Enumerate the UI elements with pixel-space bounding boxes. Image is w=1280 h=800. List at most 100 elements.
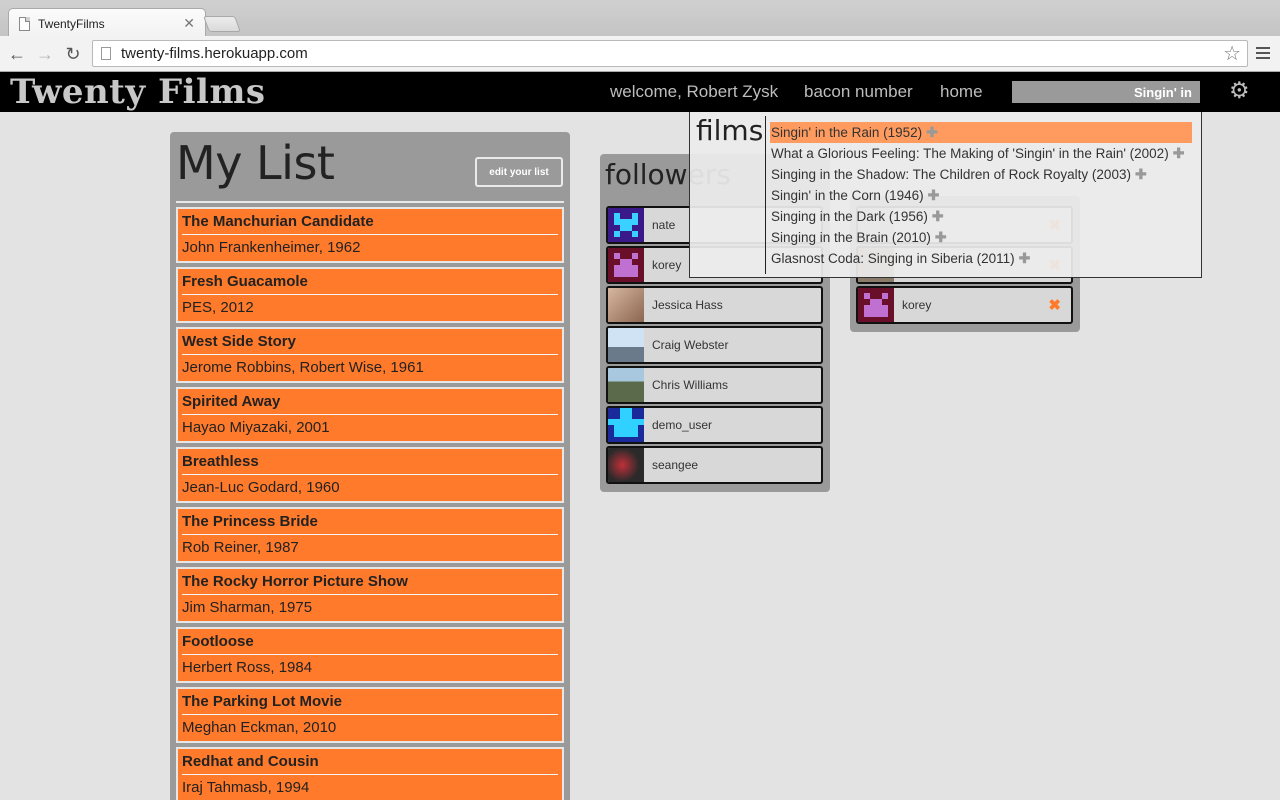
user-row[interactable]: Jessica Hass <box>606 286 823 324</box>
user-row[interactable]: seangee <box>606 446 823 484</box>
add-icon[interactable]: ✚ <box>935 229 947 245</box>
film-director: Herbert Ross, 1984 <box>182 659 313 676</box>
result-item[interactable]: What a Glorious Feeling: The Making of '… <box>770 143 1192 164</box>
user-row[interactable]: Craig Webster <box>606 326 823 364</box>
film-item[interactable]: The Rocky Horror Picture Show Jim Sharman… <box>176 567 564 623</box>
add-icon[interactable]: ✚ <box>926 124 938 140</box>
film-item[interactable]: Spirited Away Hayao Miyazaki, 2001 <box>176 387 564 443</box>
close-tab-icon[interactable]: ✕ <box>183 15 195 32</box>
add-icon[interactable]: ✚ <box>928 187 940 203</box>
page-favicon-icon <box>19 16 30 31</box>
search-autocomplete-dropdown: films Singin' in the Rain (1952) ✚ What a… <box>689 112 1202 278</box>
film-item[interactable]: The Manchurian Candidate John Frankenheim… <box>176 207 564 263</box>
film-item[interactable]: Breathless Jean-Luc Godard, 1960 <box>176 447 564 503</box>
film-director: Jim Sharman, 1975 <box>182 599 313 616</box>
user-name: demo_user <box>652 418 713 432</box>
film-director: Jean-Luc Godard, 1960 <box>182 479 340 496</box>
film-director: Meghan Eckman, 2010 <box>182 719 337 736</box>
avatar <box>608 288 644 322</box>
film-title: Spirited Away <box>182 392 558 415</box>
welcome-link[interactable]: welcome, Robert Zysk <box>610 82 778 102</box>
film-title: The Princess Bride <box>182 512 558 535</box>
film-title: The Manchurian Candidate <box>182 212 558 235</box>
avatar <box>608 328 644 362</box>
bookmark-star-icon[interactable]: ☆ <box>1223 41 1241 66</box>
avatar <box>608 368 644 402</box>
browser-toolbar: ← → ↻ twenty-films.herokuapp.com ☆ <box>0 36 1280 72</box>
result-title: Singin' in the Rain (1952) <box>771 125 923 140</box>
user-name: Jessica Hass <box>652 298 723 312</box>
address-bar[interactable]: twenty-films.herokuapp.com ☆ <box>92 40 1248 67</box>
film-item[interactable]: West Side Story Jerome Robbins, Robert Wi… <box>176 327 564 383</box>
film-item[interactable]: Redhat and Cousin Iraj Tahmasb, 1994 <box>176 747 564 800</box>
reload-icon[interactable]: ↻ <box>62 43 84 65</box>
film-director: Jerome Robbins, Robert Wise, 1961 <box>182 359 424 376</box>
browser-menu-icon[interactable] <box>1254 44 1272 62</box>
result-title: Singing in the Shadow: The Children of R… <box>771 167 1131 182</box>
result-title: Glasnost Coda: Singing in Siberia (2011) <box>771 251 1015 266</box>
page-title: My List <box>176 136 335 190</box>
result-title: Singing in the Dark (1956) <box>771 209 928 224</box>
new-tab-button[interactable] <box>203 16 241 32</box>
user-name: seangee <box>652 458 699 472</box>
home-link[interactable]: home <box>940 82 983 102</box>
film-title: Breathless <box>182 452 558 475</box>
film-list: The Manchurian Candidate John Frankenheim… <box>176 207 564 800</box>
edit-list-button[interactable]: edit your list <box>475 157 563 187</box>
film-director: Iraj Tahmasb, 1994 <box>182 779 310 796</box>
divider <box>176 201 564 203</box>
result-item[interactable]: Singing in the Dark (1956) ✚ <box>770 206 1192 227</box>
film-title: West Side Story <box>182 332 558 355</box>
result-title: Singing in the Brain (2010) <box>771 230 931 245</box>
divider <box>765 116 766 274</box>
add-icon[interactable]: ✚ <box>1173 145 1185 161</box>
avatar <box>608 448 644 482</box>
user-name: korey <box>902 298 932 312</box>
bacon-number-link[interactable]: bacon number <box>804 82 913 102</box>
film-title: The Rocky Horror Picture Show <box>182 572 558 595</box>
url-text[interactable]: twenty-films.herokuapp.com <box>121 45 1223 62</box>
result-item[interactable]: Singing in the Shadow: The Children of R… <box>770 164 1192 185</box>
add-icon[interactable]: ✚ <box>932 208 944 224</box>
back-arrow-icon[interactable]: ← <box>6 43 28 65</box>
film-item[interactable]: Fresh Guacamole PES, 2012 <box>176 267 564 323</box>
film-title: Footloose <box>182 632 558 655</box>
browser-tab[interactable]: TwentyFilms ✕ <box>8 8 206 38</box>
site-logo[interactable]: Twenty Films <box>10 72 266 112</box>
my-list-panel: My List edit your list The Manchurian Ca… <box>170 132 570 800</box>
film-director: John Frankenheimer, 1962 <box>182 239 361 256</box>
browser-tab-strip: TwentyFilms ✕ <box>0 0 1280 38</box>
add-icon[interactable]: ✚ <box>1135 166 1147 182</box>
avatar <box>608 248 644 282</box>
remove-icon[interactable]: ✖ <box>1048 296 1061 314</box>
forward-arrow-icon[interactable]: → <box>34 43 56 65</box>
film-item[interactable]: The Princess Bride Rob Reiner, 1987 <box>176 507 564 563</box>
avatar <box>608 208 644 242</box>
result-item[interactable]: Glasnost Coda: Singing in Siberia (2011)… <box>770 248 1192 269</box>
film-title: The Parking Lot Movie <box>182 692 558 715</box>
results-list: Singin' in the Rain (1952) ✚ What a Glori… <box>770 122 1192 269</box>
film-director: Hayao Miyazaki, 2001 <box>182 419 330 436</box>
result-item[interactable]: Singin' in the Rain (1952) ✚ <box>770 122 1192 143</box>
film-item[interactable]: The Parking Lot Movie Meghan Eckman, 2010 <box>176 687 564 743</box>
gear-icon[interactable]: ⚙ <box>1229 77 1250 104</box>
film-director: PES, 2012 <box>182 299 254 316</box>
user-name: Chris Williams <box>652 378 728 392</box>
user-name: Craig Webster <box>652 338 729 352</box>
search-input[interactable] <box>1012 81 1200 103</box>
result-title: Singin' in the Corn (1946) <box>771 188 924 203</box>
result-item[interactable]: Singin' in the Corn (1946) ✚ <box>770 185 1192 206</box>
user-row[interactable]: demo_user <box>606 406 823 444</box>
result-item[interactable]: Singing in the Brain (2010) ✚ <box>770 227 1192 248</box>
user-row[interactable]: Chris Williams <box>606 366 823 404</box>
dropdown-category-label: films <box>696 114 764 147</box>
add-icon[interactable]: ✚ <box>1019 250 1031 266</box>
film-title: Redhat and Cousin <box>182 752 558 775</box>
site-header: Twenty Films welcome, Robert Zysk bacon … <box>0 72 1280 112</box>
result-title: What a Glorious Feeling: The Making of '… <box>771 146 1169 161</box>
page-icon <box>101 47 111 60</box>
film-item[interactable]: Footloose Herbert Ross, 1984 <box>176 627 564 683</box>
avatar <box>858 288 894 322</box>
tab-title: TwentyFilms <box>38 16 105 31</box>
user-row[interactable]: korey ✖ <box>856 286 1073 324</box>
